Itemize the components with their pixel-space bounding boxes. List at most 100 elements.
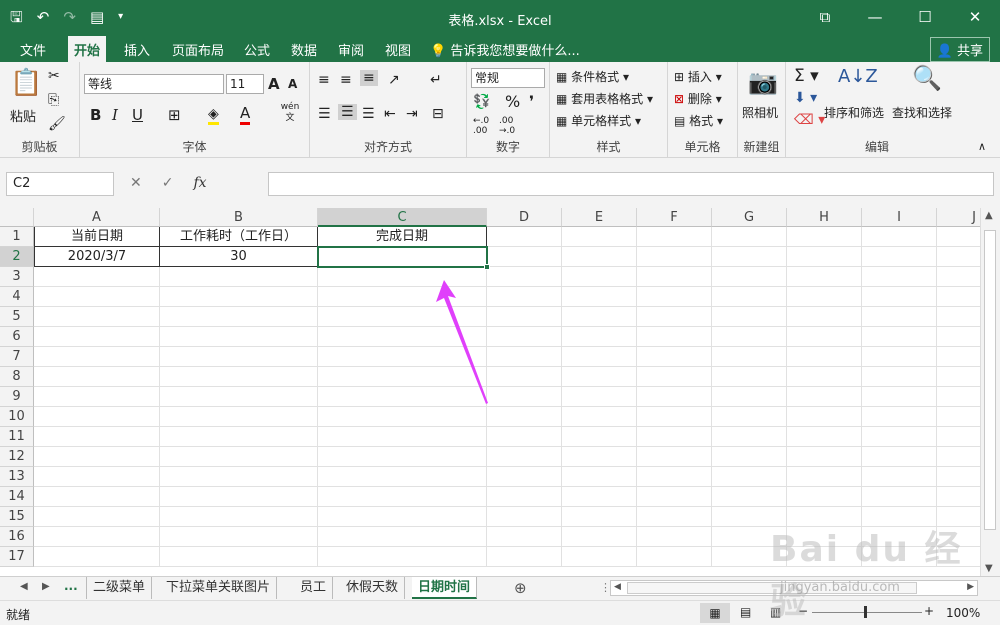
cell-b2[interactable]: 30 [160,247,318,267]
grid-cell[interactable] [562,367,637,387]
grid-cell[interactable] [862,367,937,387]
grid-cell[interactable] [562,507,637,527]
grid-cell[interactable] [712,447,787,467]
grid-cell[interactable] [562,427,637,447]
decrease-decimal-icon[interactable]: .00 →.0 [499,116,515,136]
tab-review[interactable]: 审阅 [338,40,364,59]
grid-cell[interactable] [160,347,318,367]
row-header-7[interactable]: 7 [0,347,34,367]
grid-cell[interactable] [937,347,980,367]
autosum-icon[interactable]: Σ ▾ [794,66,819,86]
next-sheet-icon[interactable]: ▶ [42,581,50,592]
grid-cell[interactable] [562,387,637,407]
cell-a2[interactable]: 2020/3/7 [34,247,160,267]
grid-cell[interactable] [160,467,318,487]
row-header-3[interactable]: 3 [0,267,34,287]
sheet-tab-2[interactable]: 下拉菜单关联图片 [160,577,278,599]
col-header-a[interactable]: A [34,208,160,227]
grid-cell[interactable] [787,427,862,447]
grid-cell[interactable] [937,247,980,267]
grid-cell[interactable] [787,267,862,287]
orientation-icon[interactable]: ↗ [388,72,400,88]
grid-cell[interactable] [34,367,160,387]
format-painter-icon[interactable]: 🖌 [48,116,66,132]
grid-cell[interactable] [160,547,318,567]
grid-cell[interactable] [34,327,160,347]
grid-cell[interactable] [160,487,318,507]
grid-cell[interactable] [487,227,562,247]
grid-cell[interactable] [160,287,318,307]
grid-cell[interactable] [712,427,787,447]
grid-cell[interactable] [637,327,712,347]
more-sheets-button[interactable]: ... [64,579,78,593]
format-cells-button[interactable]: ▤ 格式 ▾ [674,112,723,129]
grid-cell[interactable] [160,507,318,527]
minimize-icon[interactable]: — [850,0,900,34]
ribbon-display-icon[interactable]: ⧉ [800,0,850,34]
tab-view[interactable]: 视图 [385,40,411,59]
align-middle-icon[interactable]: ≡ [340,72,352,88]
grid-cell[interactable] [487,527,562,547]
grid-cell[interactable] [937,487,980,507]
grid-cell[interactable] [487,547,562,567]
grid-cell[interactable] [862,467,937,487]
grid-cell[interactable] [160,427,318,447]
grid-cell[interactable] [862,247,937,267]
grid-cell[interactable] [637,347,712,367]
grid-cell[interactable] [318,427,487,447]
prev-sheet-icon[interactable]: ◀ [20,581,28,592]
col-header-c[interactable]: C [318,208,487,227]
close-icon[interactable]: ✕ [950,0,1000,34]
grid-cell[interactable] [562,327,637,347]
grid-cell[interactable] [787,287,862,307]
find-select-button[interactable]: 查找和选择 [892,104,952,121]
grid-cell[interactable] [637,487,712,507]
grid-cell[interactable] [712,247,787,267]
col-header-j[interactable]: J [937,208,980,227]
sort-filter-icon[interactable]: A↓Z [838,66,878,87]
insert-cells-button[interactable]: ⊞ 插入 ▾ [674,68,722,85]
grid-cell[interactable] [937,307,980,327]
grid-cell[interactable] [937,387,980,407]
cut-icon[interactable]: ✂ [48,68,60,84]
grid-cell[interactable] [318,407,487,427]
grid-cell[interactable] [787,347,862,367]
insert-function-button[interactable]: fx [193,175,206,191]
collapse-ribbon-icon[interactable]: ∧ [978,140,986,153]
grid-cell[interactable] [34,547,160,567]
grid-cell[interactable] [34,507,160,527]
grid-cell[interactable] [487,507,562,527]
share-button[interactable]: 👤 共享 [929,37,990,62]
paste-button[interactable]: 粘贴 [10,106,36,125]
currency-icon[interactable]: 💱 [473,94,490,110]
find-icon[interactable]: 🔍 [912,64,942,92]
conditional-format-button[interactable]: ▦ 条件格式 ▾ [556,68,629,85]
row-header-8[interactable]: 8 [0,367,34,387]
font-name-select[interactable]: 等线 [84,74,224,94]
scroll-left-icon[interactable]: ◀ [614,582,621,592]
grid-cell[interactable] [562,407,637,427]
tab-page-layout[interactable]: 页面布局 [172,40,224,59]
grid-cell[interactable] [562,247,637,267]
grid-cell[interactable] [712,267,787,287]
grid-cell[interactable] [487,407,562,427]
grid-cell[interactable] [712,347,787,367]
camera-icon[interactable]: 📷 [748,68,778,96]
phonetic-button[interactable]: wén 文 [276,102,304,124]
sort-filter-button[interactable]: 排序和筛选 [824,104,884,121]
sheet-tab-active[interactable]: 日期时间 [412,577,478,599]
grid-cell[interactable] [787,387,862,407]
row-header-11[interactable]: 11 [0,427,34,447]
add-sheet-icon[interactable]: ⊕ [514,579,527,597]
grid-cell[interactable] [34,287,160,307]
clear-icon[interactable]: ⌫ ▾ [794,112,825,128]
align-right-icon[interactable]: ☰ [362,106,375,122]
grid-cell[interactable] [637,427,712,447]
grid-cell[interactable] [862,227,937,247]
font-color-button[interactable]: A [240,104,251,125]
grid-cell[interactable] [160,447,318,467]
fill-color-icon[interactable]: ◈ [208,106,219,125]
grid-cell[interactable] [937,267,980,287]
grid-cell[interactable] [562,447,637,467]
grid-cell[interactable] [160,407,318,427]
